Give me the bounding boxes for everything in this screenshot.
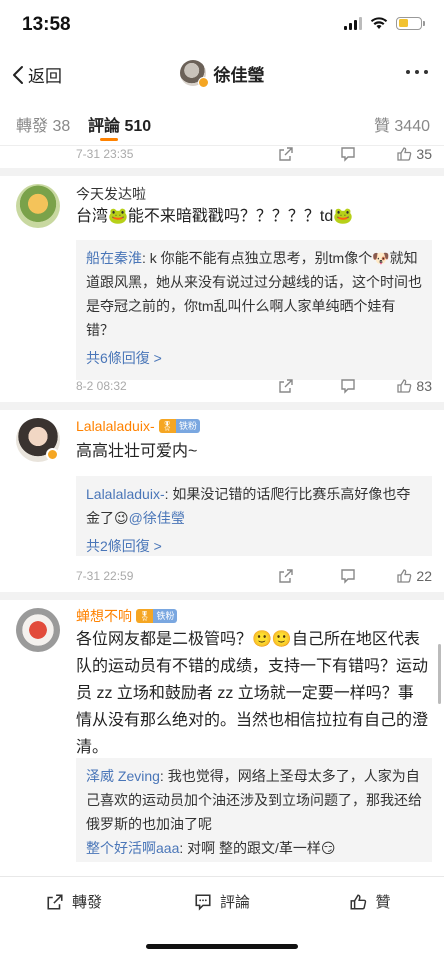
comment-text: 台湾🐸能不来暗戳戳吗？？？？？td🐸 xyxy=(76,208,354,225)
share-icon xyxy=(47,893,63,910)
tab-comment[interactable]: 評論 510 xyxy=(88,112,151,136)
avatar[interactable] xyxy=(16,608,60,652)
comment-author[interactable]: Lalalaladuix- 🎖 铁粉 xyxy=(76,418,201,434)
status-bar: 13:58 xyxy=(0,0,444,48)
comment-time: 7-31 23:35 xyxy=(76,147,134,161)
like-button[interactable]: 22 xyxy=(396,568,432,584)
page-title: 徐佳瑩 xyxy=(213,65,265,85)
comment-label: 評論 xyxy=(219,894,250,911)
avatar[interactable] xyxy=(16,184,60,228)
comment-meta: 7-31 23:35 35 xyxy=(76,146,432,168)
reply-author[interactable]: Lalalaladuix- xyxy=(86,486,165,502)
home-indicator[interactable] xyxy=(146,944,298,949)
scrollbar[interactable] xyxy=(438,644,441,704)
reply-box[interactable]: 泽威 Zeving: 我也觉得，网络上圣母太多了，人家为自己喜欢的运动员加个油还… xyxy=(76,758,432,862)
comment-meta: 8-2 08:32 83 xyxy=(76,372,432,400)
more-replies-link[interactable]: 共6條回復 > xyxy=(86,346,422,370)
share-icon[interactable] xyxy=(278,146,294,162)
like-button[interactable]: 35 xyxy=(396,146,432,162)
repost-label: 轉發 xyxy=(71,894,102,911)
comment-icon[interactable] xyxy=(340,146,356,162)
like-label: 贊 xyxy=(375,894,391,911)
comment-icon[interactable] xyxy=(340,378,356,394)
comment-time: 7-31 22:59 xyxy=(76,569,134,583)
repost-button[interactable]: 轉發 xyxy=(0,877,148,926)
share-icon[interactable] xyxy=(278,378,294,394)
nav-bar: 返回 徐佳瑩 xyxy=(0,52,444,98)
reply-item: 整个好活啊aaa: 对啊 整的跟文/革一样😏 xyxy=(86,836,422,860)
fan-badge: 🎖 铁粉 xyxy=(136,609,178,623)
thumb-up-icon xyxy=(397,379,412,393)
tab-repost[interactable]: 轉發 38 xyxy=(16,112,70,136)
mention-link[interactable]: @徐佳瑩 xyxy=(129,510,185,526)
status-time: 13:58 xyxy=(22,14,71,35)
reply-author[interactable]: 船在秦淮 xyxy=(86,250,142,266)
verified-badge xyxy=(46,448,59,461)
bottom-action-bar: 轉發 評論 贊 xyxy=(0,876,444,926)
comment-time: 8-2 08:32 xyxy=(76,379,127,393)
comment-author[interactable]: 今天发达啦 xyxy=(76,184,146,204)
like-button[interactable]: 83 xyxy=(396,378,432,394)
comment-meta: 7-31 22:59 22 xyxy=(76,562,432,590)
tab-underline xyxy=(100,138,118,141)
comment-button[interactable]: 評論 xyxy=(148,877,296,926)
tab-like[interactable]: 贊 3440 xyxy=(374,112,430,136)
divider xyxy=(0,402,444,410)
reply-author[interactable]: 整个好活啊aaa xyxy=(86,840,179,856)
comment-text: 各位网友都是二极管吗？🙂🙂自己所在地区代表队的运动员有不错的成绩，支持一下有错吗… xyxy=(76,631,429,756)
thumb-up-icon xyxy=(351,894,367,909)
status-icons xyxy=(344,16,425,30)
battery-icon xyxy=(396,16,425,30)
comment-icon xyxy=(195,893,211,911)
cellular-signal-icon xyxy=(344,16,362,30)
more-replies-link[interactable]: 共2條回復 > xyxy=(86,534,422,558)
reply-author[interactable]: 泽威 Zeving xyxy=(86,768,160,784)
reply-box[interactable]: 船在秦淮: k 你能不能有点独立思考，别tm像个🐶就知道跟风黑，她从来没有说过过… xyxy=(76,240,432,380)
tab-bar: 轉發 38 評論 510 贊 3440 xyxy=(0,100,444,146)
divider xyxy=(0,592,444,600)
avatar xyxy=(179,60,209,88)
like-count: 22 xyxy=(416,568,432,584)
reply-item: 泽威 Zeving: 我也觉得，网络上圣母太多了，人家为自己喜欢的运动员加个油还… xyxy=(86,764,422,836)
like-count: 83 xyxy=(416,378,432,394)
thumb-up-icon xyxy=(397,147,412,161)
like-button[interactable]: 贊 xyxy=(296,877,444,926)
wifi-icon xyxy=(370,17,388,29)
nav-title-group[interactable]: 徐佳瑩 xyxy=(0,60,444,88)
comment-text: 高高壮壮可爱内~ xyxy=(76,443,198,460)
comment-list[interactable]: 7-31 23:35 35 今天发达啦 台湾🐸能不来暗戳戳吗？？？？？td🐸 船… xyxy=(0,146,444,876)
reply-box[interactable]: Lalalaladuix-: 如果没记错的话爬行比赛乐高好像也夺金了😉@徐佳瑩 … xyxy=(76,476,432,556)
thumb-up-icon xyxy=(397,569,412,583)
like-count: 35 xyxy=(416,146,432,162)
comment-icon[interactable] xyxy=(340,568,356,584)
share-icon[interactable] xyxy=(278,568,294,584)
reply-text: : 对啊 整的跟文/革一样😏 xyxy=(179,840,336,856)
verified-badge xyxy=(197,77,209,88)
fan-badge: 🎖 铁粉 xyxy=(158,419,201,433)
comment-author[interactable]: 蝉想不响 🎖 铁粉 xyxy=(76,606,178,626)
more-options-button[interactable] xyxy=(406,70,428,74)
divider xyxy=(0,168,444,176)
